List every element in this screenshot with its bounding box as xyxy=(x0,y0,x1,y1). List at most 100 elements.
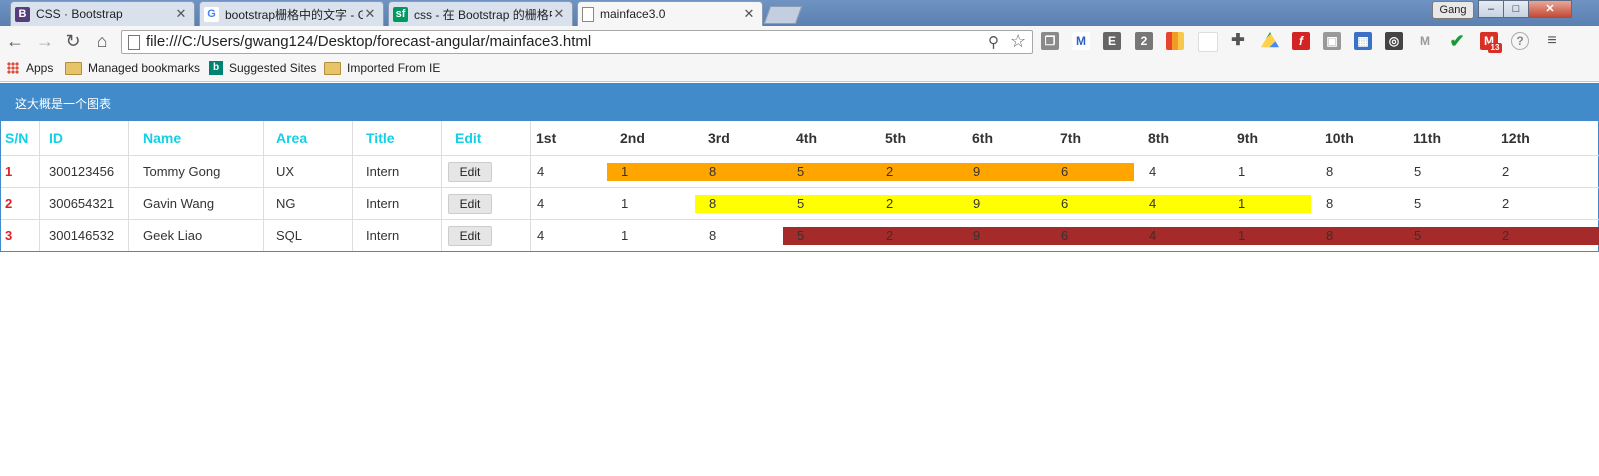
forward-icon[interactable]: → xyxy=(34,30,56,52)
table-row: 3 300146532 Geek Liao SQL Intern Edit 4 1 8 5 2 9 6 4… xyxy=(1,219,1599,251)
cell-value: 4 xyxy=(1149,164,1157,179)
cell-value: 9 xyxy=(973,164,981,179)
bookmark-label: Suggested Sites xyxy=(229,61,317,75)
cell-title: Intern xyxy=(366,196,400,211)
edit-button[interactable]: Edit xyxy=(448,194,492,214)
tab-bootstrap-css[interactable]: B CSS · Bootstrap ✕ xyxy=(10,1,195,26)
maximize-button[interactable]: □ xyxy=(1503,0,1529,18)
cell-value: 2 xyxy=(1502,164,1510,179)
table-row: 2 300654321 Gavin Wang NG Intern Edit 4 1 8 5 2 9 6 4… xyxy=(1,187,1599,219)
column-header-area: Area xyxy=(276,130,308,146)
photo-icon[interactable]: ▣ xyxy=(1323,32,1341,50)
blank-ext-icon[interactable] xyxy=(1198,32,1218,52)
column-header-12th: 12th xyxy=(1501,130,1530,146)
cell-value: 6 xyxy=(1061,196,1069,211)
back-icon[interactable]: ← xyxy=(4,30,26,52)
tab-title: css - 在 Bootstrap 的栅格中 xyxy=(414,7,552,22)
column-header-7th: 7th xyxy=(1060,130,1081,146)
bookmark-suggested-sites[interactable]: b Suggested Sites xyxy=(209,61,316,75)
cell-value: 8 xyxy=(1326,164,1334,179)
tab-mainface[interactable]: mainface3.0 ✕ xyxy=(577,1,763,26)
bookmark-apps[interactable]: Apps xyxy=(7,61,53,75)
flash-icon[interactable]: f xyxy=(1292,32,1310,50)
panel-heading: 这大概是一个图表 xyxy=(0,83,1599,121)
column-divider xyxy=(352,121,353,251)
tab-segmentfault[interactable]: sf css - 在 Bootstrap 的栅格中 ✕ xyxy=(388,1,573,26)
column-divider xyxy=(530,121,531,251)
tab-google-search[interactable]: G bootstrap栅格中的文字 - G ✕ xyxy=(199,1,384,26)
bookmark-managed[interactable]: Managed bookmarks xyxy=(65,61,200,75)
column-divider xyxy=(39,121,40,251)
cell-value: 1 xyxy=(1238,228,1246,243)
timeline-bar xyxy=(607,163,1134,181)
mail-icon[interactable]: M xyxy=(1416,32,1434,50)
cell-value: 8 xyxy=(709,196,717,211)
cell-id: 300123456 xyxy=(49,164,115,179)
cell-value: 9 xyxy=(973,228,981,243)
cell-value: 6 xyxy=(1061,164,1069,179)
cell-value: 2 xyxy=(886,196,894,211)
cell-name: Gavin Wang xyxy=(143,196,215,211)
edit-button[interactable]: Edit xyxy=(448,226,492,246)
e-icon[interactable]: E xyxy=(1103,32,1121,50)
copy-icon[interactable]: ❐ xyxy=(1041,32,1059,50)
close-tab-icon[interactable]: ✕ xyxy=(552,6,566,22)
address-bar[interactable]: file:///C:/Users/gwang124/Desktop/foreca… xyxy=(121,30,1033,54)
column-header-2nd: 2nd xyxy=(620,130,645,146)
close-tab-icon[interactable]: ✕ xyxy=(742,6,756,22)
cell-value: 4 xyxy=(537,228,545,243)
calendar-icon[interactable]: ▦ xyxy=(1354,32,1372,50)
cell-sn: 2 xyxy=(5,196,13,211)
column-header-8th: 8th xyxy=(1148,130,1169,146)
cell-value: 2 xyxy=(1502,196,1510,211)
column-header-title: Title xyxy=(366,130,395,146)
close-tab-icon[interactable]: ✕ xyxy=(363,6,377,22)
chart-ext-icon[interactable] xyxy=(1166,32,1184,50)
cell-value: 1 xyxy=(621,228,629,243)
reload-icon[interactable]: ↻ xyxy=(62,30,84,52)
cell-value: 8 xyxy=(1326,228,1334,243)
close-tab-icon[interactable]: ✕ xyxy=(174,6,188,22)
bookmark-label: Managed bookmarks xyxy=(88,61,201,75)
edit-button[interactable]: Edit xyxy=(448,162,492,182)
column-header-sn: S/N xyxy=(5,130,29,146)
cell-value: 8 xyxy=(709,164,717,179)
cell-value: 1 xyxy=(621,196,629,211)
puzzle-icon[interactable]: ✚ xyxy=(1229,32,1247,50)
cell-value: 1 xyxy=(1238,164,1246,179)
cell-value: 4 xyxy=(537,196,545,211)
bookmark-imported-ie[interactable]: Imported From IE xyxy=(324,61,440,75)
address-text[interactable]: file:///C:/Users/gwang124/Desktop/foreca… xyxy=(146,33,591,50)
gmail-icon[interactable]: M xyxy=(1072,32,1090,50)
menu-icon[interactable]: ≡ xyxy=(1543,32,1561,50)
cell-value: 8 xyxy=(1326,196,1334,211)
bookmark-label: Imported From IE xyxy=(347,61,441,75)
close-window-button[interactable]: ✕ xyxy=(1528,0,1572,18)
screen-icon[interactable]: ◎ xyxy=(1385,32,1403,50)
tab-strip: B CSS · Bootstrap ✕ G bootstrap栅格中的文字 - … xyxy=(0,0,1599,26)
cell-sn: 1 xyxy=(5,164,13,179)
cell-value: 4 xyxy=(1149,228,1157,243)
check-icon[interactable]: ✔ xyxy=(1448,32,1466,50)
column-header-9th: 9th xyxy=(1237,130,1258,146)
folder-icon xyxy=(65,61,82,75)
cell-value: 2 xyxy=(886,164,894,179)
help-icon[interactable]: ? xyxy=(1511,32,1529,50)
tab-title: CSS · Bootstrap xyxy=(36,7,123,21)
minimize-button[interactable]: – xyxy=(1478,0,1504,18)
two-icon[interactable]: 2 xyxy=(1135,32,1153,50)
cell-value: 2 xyxy=(1502,228,1510,243)
column-header-11th: 11th xyxy=(1413,130,1442,146)
tab-title: bootstrap栅格中的文字 - G xyxy=(225,7,363,22)
cell-value: 1 xyxy=(621,164,629,179)
zoom-icon[interactable]: ⚲ xyxy=(988,33,999,51)
cell-value: 5 xyxy=(1414,164,1422,179)
column-header-10th: 10th xyxy=(1325,130,1354,146)
cell-area: SQL xyxy=(276,228,303,243)
profile-button[interactable]: Gang xyxy=(1432,1,1474,19)
column-divider xyxy=(263,121,264,251)
cell-value: 8 xyxy=(709,228,717,243)
bookmark-star-icon[interactable]: ☆ xyxy=(1010,31,1026,52)
new-tab-button[interactable] xyxy=(763,6,803,24)
home-icon[interactable]: ⌂ xyxy=(91,30,113,52)
